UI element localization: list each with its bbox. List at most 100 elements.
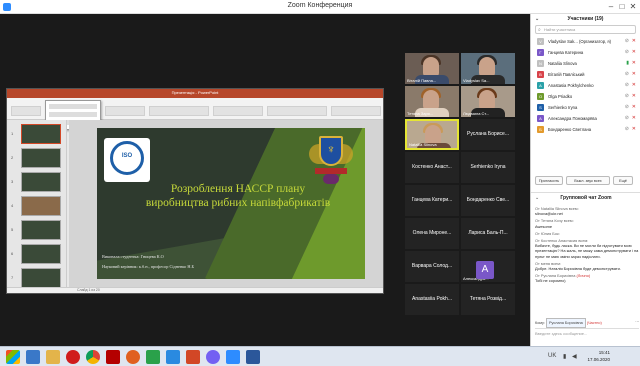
ribbon-group — [149, 106, 209, 116]
invite-button[interactable]: Пригласить — [535, 176, 563, 185]
video-tile[interactable]: Людмила Ст... — [461, 86, 515, 117]
video-off-icon[interactable]: ⊘ — [625, 69, 629, 80]
video-off-icon[interactable]: ✕ — [632, 58, 636, 69]
participant-row[interactable]: Г Ганцева Катерина ⊘ ✕ — [531, 47, 640, 58]
participant-row[interactable]: A Anastasia Pokhylchenko ⊘ ✕ — [531, 80, 640, 91]
video-off-icon[interactable]: ⊘ — [625, 36, 629, 47]
opera-icon[interactable] — [66, 350, 80, 364]
ribbon-group — [331, 106, 381, 116]
video-tile[interactable]: Костенко Анаст... — [405, 152, 459, 183]
mute-all-button[interactable]: Выкл. звук всех — [566, 176, 610, 185]
network-icon[interactable]: ▮ — [563, 353, 566, 360]
app-icon[interactable] — [166, 350, 180, 364]
pdf-reader-icon[interactable] — [106, 350, 120, 364]
chat-message-input[interactable]: Введите здесь сообщение... — [535, 328, 639, 342]
window-titlebar: Zoom Конференция – □ ✕ — [0, 0, 640, 14]
slide-thumbnail[interactable]: 1 — [11, 124, 61, 144]
video-tile[interactable]: Тетяна Заря... — [405, 86, 459, 117]
video-tile[interactable]: Serhienko Iryna — [461, 152, 515, 183]
slide-thumbnail[interactable]: 2 — [11, 148, 61, 168]
video-tile[interactable]: Тетяна Розвід... — [461, 284, 515, 315]
video-off-icon[interactable]: ⊘ — [625, 47, 629, 58]
participant-row[interactable]: V Vladyslav Sak... (Организатор, я) ⊘ ✕ — [531, 36, 640, 47]
side-panel: ⌄ Участники (19) ⌕ Найти участника V Vla… — [530, 14, 640, 346]
taskbar: UK ▮ ◀ 15:41 17.06.2020 — [0, 346, 640, 366]
video-tile[interactable]: Лариса Баль-П... — [461, 218, 515, 249]
slide-thumbnail[interactable]: 4 — [11, 196, 61, 216]
video-tile[interactable]: Віталій Павла... — [405, 53, 459, 84]
video-off-icon[interactable]: ⊘ — [625, 80, 629, 91]
participant-row[interactable]: В Віталій Павліський ⊘ ✕ — [531, 69, 640, 80]
ribbon-group — [267, 106, 327, 116]
ie-icon[interactable] — [26, 350, 40, 364]
slide-editor: ISO ♆ Розроблення НАССР плану виробництв… — [69, 120, 383, 288]
chat-messages: От Nataliia Slinova всем: slinova@ukr.ne… — [535, 206, 639, 286]
current-slide[interactable]: ISO ♆ Розроблення НАССР плану виробництв… — [97, 128, 365, 279]
menu-line[interactable] — [49, 104, 97, 109]
tray-lang[interactable]: UK — [548, 353, 556, 359]
coat-of-arms-logo: ♆ — [309, 132, 353, 188]
close-window-button[interactable]: ✕ — [628, 2, 638, 12]
chat-message: От Руслана Борисівна (Лично) Тобі не сор… — [535, 273, 591, 284]
menu-line[interactable] — [49, 112, 97, 117]
participant-row[interactable]: A Александра Пономарёва ⊘ ✕ — [531, 113, 640, 124]
video-tile[interactable]: Anastasiia Pokh... — [405, 284, 459, 315]
collapse-icon[interactable]: ⌄ — [535, 193, 539, 203]
video-off-icon[interactable]: ⊘ — [625, 91, 629, 102]
more-button[interactable]: Ещё — [613, 176, 633, 185]
video-tile[interactable]: Варвара Солод... — [405, 251, 459, 282]
participant-row[interactable]: Б Бондаренко Светлана ⊘ ✕ — [531, 124, 640, 135]
video-tile[interactable]: Vladyslav Sa... — [461, 53, 515, 84]
video-tile[interactable]: Руслана Борисе... — [461, 119, 515, 150]
explorer-icon[interactable] — [46, 350, 60, 364]
firefox-icon[interactable] — [126, 350, 140, 364]
mic-muted-icon[interactable]: ✕ — [632, 47, 636, 58]
slide-thumbnail[interactable]: 7 — [11, 268, 61, 288]
mic-on-icon[interactable]: ▮ — [626, 58, 629, 69]
mic-muted-icon[interactable]: ✕ — [632, 113, 636, 124]
more-icon[interactable]: ⋯ — [635, 318, 639, 326]
video-tile[interactable]: Ганцева Катери... — [405, 185, 459, 216]
video-off-icon[interactable]: ⊘ — [625, 102, 629, 113]
participant-row[interactable]: N Nataliia Slinova ▮ ✕ — [531, 58, 640, 69]
video-off-icon[interactable]: ⊘ — [625, 113, 629, 124]
chrome-icon[interactable] — [86, 350, 100, 364]
collapse-icon[interactable]: ⌄ — [535, 14, 539, 25]
ppt-titlebar: Презентація - PowerPoint — [7, 89, 383, 98]
volume-icon[interactable]: ◀ — [572, 353, 577, 360]
ribbon-group — [213, 106, 263, 116]
video-tile-active-speaker[interactable]: Nataliia Slinova — [405, 119, 459, 150]
word-icon[interactable] — [246, 350, 260, 364]
utorrent-icon[interactable] — [146, 350, 160, 364]
mic-muted-icon[interactable]: ✕ — [632, 91, 636, 102]
maximize-button[interactable]: □ — [617, 2, 627, 12]
minimize-button[interactable]: – — [606, 2, 616, 12]
participant-row[interactable]: O Olga Priadko ⊘ ✕ — [531, 91, 640, 102]
clock[interactable]: 15:41 17.06.2020 — [587, 349, 610, 363]
mic-muted-icon[interactable]: ✕ — [632, 102, 636, 113]
mic-muted-icon[interactable]: ✕ — [632, 69, 636, 80]
mic-muted-icon[interactable]: ✕ — [632, 124, 636, 135]
participants-list: V Vladyslav Sak... (Организатор, я) ⊘ ✕ … — [531, 36, 640, 135]
video-tile[interactable]: Олена Мироне... — [405, 218, 459, 249]
video-off-icon[interactable]: ⊘ — [625, 124, 629, 135]
slide-thumbnail[interactable]: 3 — [11, 172, 61, 192]
participant-search-input[interactable]: ⌕ Найти участника — [535, 25, 636, 34]
slide-thumbnail[interactable]: 6 — [11, 244, 61, 264]
start-icon[interactable] — [6, 350, 20, 364]
slide-thumbnail[interactable]: 5 — [11, 220, 61, 240]
viber-icon[interactable] — [206, 350, 220, 364]
chat-recipient-select[interactable]: Руслана Борисівна — [546, 318, 586, 328]
avatar: S — [537, 104, 544, 111]
video-tile[interactable]: Бондаренко Све... — [461, 185, 515, 216]
zoom-icon[interactable] — [226, 350, 240, 364]
mic-muted-icon[interactable]: ✕ — [632, 36, 636, 47]
chat-message: От Юлия Бок: — [535, 230, 560, 236]
mic-muted-icon[interactable]: ✕ — [632, 80, 636, 91]
ppt-doc-title: Презентація - PowerPoint — [171, 90, 219, 95]
avatar: Б — [537, 126, 544, 133]
participant-row[interactable]: S Serhienko Iryna ⊘ ✕ — [531, 102, 640, 113]
shared-screen[interactable]: Презентація - PowerPoint 1 2 3 4 5 6 7 I… — [6, 88, 384, 294]
chat-message: От Тетяна Кочу всем: Awesome — [535, 218, 574, 229]
powerpoint-icon[interactable] — [186, 350, 200, 364]
